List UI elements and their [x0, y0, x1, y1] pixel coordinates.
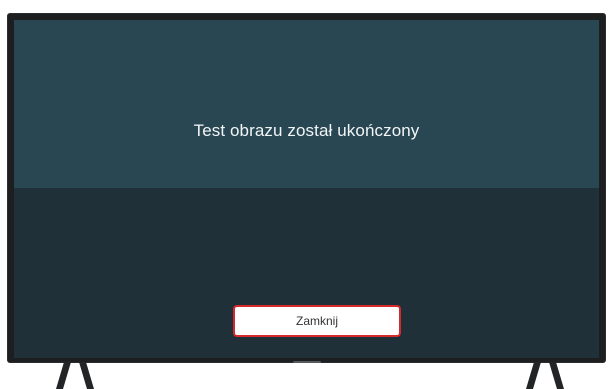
- dialog-message: Test obrazu został ukończony: [193, 121, 420, 140]
- tv-stand-right-leg: [549, 362, 564, 389]
- tv-screen: Test obrazu został ukończony Zamknij: [14, 20, 599, 358]
- tv-stand-left-leg-inner: [79, 362, 94, 389]
- tv-stand-left-leg: [56, 362, 71, 389]
- tv-frame: Test obrazu został ukończony Zamknij: [8, 14, 605, 362]
- close-button[interactable]: Zamknij: [233, 305, 401, 337]
- ir-sensor-bar: [293, 361, 321, 363]
- message-panel: Test obrazu został ukończony: [14, 20, 599, 188]
- tv-stand-right-leg-inner: [526, 362, 541, 389]
